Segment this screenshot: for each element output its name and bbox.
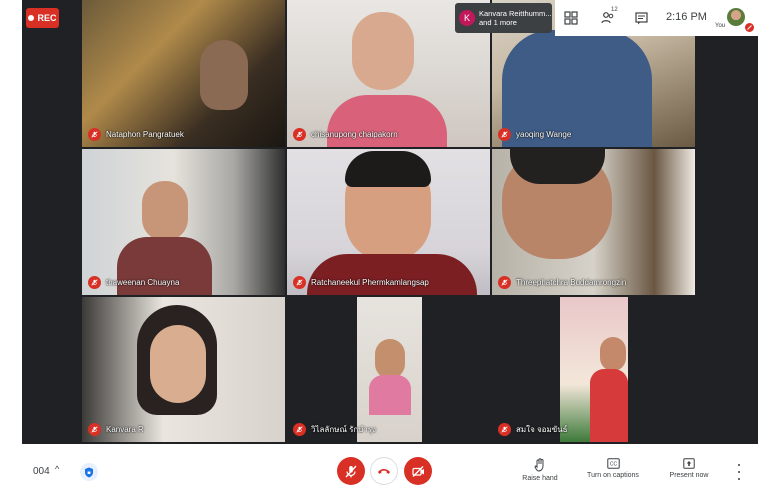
- join-notification[interactable]: K Kanvara Reitthumm... and 1 more: [455, 3, 552, 33]
- mic-off-icon: [293, 128, 306, 141]
- chat-icon[interactable]: [633, 10, 649, 26]
- recording-badge: REC: [26, 8, 59, 28]
- mic-off-icon: [88, 423, 101, 436]
- participant-name: สมใจ จอมขันธ์: [516, 424, 568, 434]
- participant-name: Kanvara R: [106, 424, 144, 434]
- notification-line1: Kanvara Reitthumm...: [479, 9, 552, 18]
- participant-hair: [345, 151, 431, 187]
- camera-off-icon: [411, 465, 424, 477]
- participant-name: chisanupong chaipakorn: [311, 129, 398, 139]
- participant-figure: [150, 325, 206, 403]
- mic-off-icon: [88, 276, 101, 289]
- hang-up-icon: [378, 469, 390, 474]
- participant-tile[interactable]: Threephatchra Buddamrongzin: [492, 149, 695, 295]
- people-icon[interactable]: 12: [597, 7, 619, 27]
- captions-button[interactable]: CC Turn on captions: [578, 458, 648, 479]
- participant-name: Nataphon Pangratuek: [106, 129, 184, 139]
- present-now-label: Present now: [669, 472, 709, 479]
- participant-count: 12: [611, 7, 618, 13]
- participant-name: วิไลลักษณ์ รักบำรุง: [311, 424, 376, 434]
- participant-tile[interactable]: สมใจ จอมขันธ์: [492, 297, 695, 442]
- svg-text:CC: CC: [609, 462, 617, 468]
- participant-name: yaoqing Wange: [516, 129, 572, 139]
- video-stage: Nataphon Pangratuek chisanupong chaipako…: [22, 0, 758, 444]
- participant-nameplate: thaweenan Chuayna: [88, 276, 179, 289]
- mic-off-icon: [293, 276, 306, 289]
- layout-grid-icon[interactable]: [563, 10, 579, 26]
- mic-off-icon: [498, 128, 511, 141]
- participant-nameplate: Ratchaneekul Phermkamlangsap: [293, 276, 429, 289]
- captions-label: Turn on captions: [587, 472, 639, 479]
- participant-name: Ratchaneekul Phermkamlangsap: [311, 277, 429, 287]
- top-toolbar: 12 2:16 PM You: [555, 0, 766, 36]
- self-mic-off-icon: [745, 23, 754, 32]
- camera-toggle-button[interactable]: [404, 457, 432, 485]
- participant-figure: [352, 12, 414, 90]
- hand-icon: [534, 458, 544, 472]
- participant-shirt: [369, 375, 411, 415]
- shield-lock-icon[interactable]: [80, 463, 98, 481]
- participant-nameplate: สมใจ จอมขันธ์: [498, 423, 568, 436]
- participant-tile[interactable]: Kanvara R: [82, 297, 285, 442]
- notification-avatar: K: [459, 10, 475, 26]
- chevron-up-icon[interactable]: ^: [55, 464, 59, 474]
- participant-nameplate: Nataphon Pangratuek: [88, 128, 184, 141]
- present-now-button[interactable]: Present now: [654, 458, 724, 479]
- participant-figure: [600, 337, 626, 371]
- participant-nameplate: yaoqing Wange: [498, 128, 571, 141]
- notification-line2: and 1 more: [479, 18, 517, 27]
- mic-off-icon: [498, 423, 511, 436]
- participant-nameplate: Threephatchra Buddamrongzin: [498, 276, 626, 289]
- present-screen-icon: [683, 458, 695, 469]
- bottom-toolbar: 004 ^ Raise hand CC Turn on captions Pre…: [0, 444, 766, 485]
- raise-hand-label: Raise hand: [522, 475, 558, 482]
- mic-off-icon: [293, 423, 306, 436]
- participant-tile[interactable]: วิไลลักษณ์ รักบำรุง: [287, 297, 490, 442]
- participant-figure: [142, 181, 188, 241]
- clock-time: 2:16 PM: [666, 11, 707, 23]
- participant-shirt: [590, 369, 628, 442]
- participant-name: thaweenan Chuayna: [106, 277, 180, 287]
- recording-dot-icon: [28, 15, 35, 21]
- closed-captions-icon: CC: [606, 458, 620, 469]
- video-feed: [82, 0, 285, 147]
- recording-label: REC: [37, 13, 57, 23]
- you-label: You: [715, 23, 726, 29]
- microphone-toggle-button[interactable]: [337, 457, 365, 485]
- participant-figure: [200, 40, 248, 110]
- raise-hand-button[interactable]: Raise hand: [505, 458, 575, 482]
- meeting-code[interactable]: 004: [33, 466, 50, 477]
- mic-off-icon: [498, 276, 511, 289]
- participant-nameplate: Kanvara R: [88, 423, 144, 436]
- self-avatar[interactable]: [727, 8, 745, 26]
- participant-nameplate: chisanupong chaipakorn: [293, 128, 398, 141]
- more-options-icon[interactable]: [734, 464, 744, 480]
- participant-tile[interactable]: Nataphon Pangratuek: [82, 0, 285, 147]
- mic-off-icon: [345, 465, 357, 477]
- participant-hair: [510, 149, 605, 184]
- participant-name: Threephatchra Buddamrongzin: [516, 277, 627, 287]
- participant-nameplate: วิไลลักษณ์ รักบำรุง: [293, 423, 376, 436]
- participant-tile[interactable]: thaweenan Chuayna: [82, 149, 285, 295]
- leave-call-button[interactable]: [370, 457, 398, 485]
- participant-tile[interactable]: Ratchaneekul Phermkamlangsap: [287, 149, 490, 295]
- mic-off-icon: [88, 128, 101, 141]
- participant-figure: [375, 339, 405, 379]
